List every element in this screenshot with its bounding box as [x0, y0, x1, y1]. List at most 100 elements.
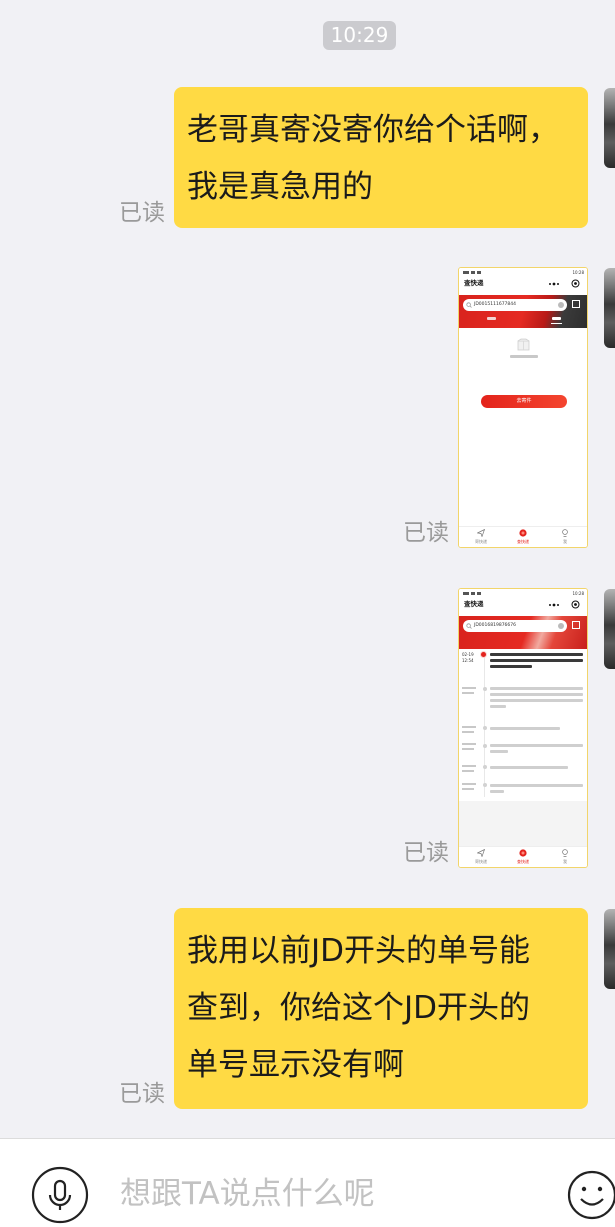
read-status: 已读: [403, 520, 449, 546]
send-parcel-button: 去寄件: [481, 395, 567, 408]
event-date-illegible: [462, 743, 476, 745]
event-date-illegible: [462, 726, 476, 728]
nav-item-send: 寄快递: [468, 847, 494, 867]
tracking-number: JD0015111677844: [474, 302, 517, 307]
image-message[interactable]: 10:28 查快递 JD0015111677844 去寄件 寄快递 查快递 我: [458, 267, 588, 548]
nav-item-send: 寄快递: [468, 527, 494, 547]
package-icon: [517, 338, 530, 351]
timeline-dot: [482, 765, 487, 769]
my-avatar[interactable]: [604, 589, 615, 669]
nav-label: 寄快递: [475, 539, 487, 544]
paper-plane-icon: [477, 849, 485, 857]
event-time-illegible: [462, 731, 474, 733]
tab-label-illegible: [487, 317, 496, 320]
read-status: 已读: [119, 1081, 165, 1107]
nav-label: 查快递: [517, 539, 529, 544]
person-icon: [562, 529, 568, 537]
event-date-illegible: [462, 765, 476, 767]
message-composer: [0, 1138, 615, 1227]
search-icon: [466, 623, 472, 629]
signal-icon: [463, 592, 469, 595]
message-line: 查到，你给这个JD开头的: [187, 990, 531, 1026]
empty-state-text-illegible: [510, 355, 538, 358]
event-date-illegible: [462, 783, 476, 785]
screenshot-clock: 10:28: [572, 270, 584, 275]
timeline-dot: [482, 726, 487, 730]
message-line: 老哥真寄没寄你给个话啊，: [187, 112, 559, 148]
nav-label: 寄快递: [475, 859, 487, 864]
message-line: 单号显示没有啊: [187, 1047, 404, 1083]
screenshot-empty-area: [459, 801, 587, 846]
more-icon: [549, 603, 559, 607]
event-date: 02-19: [462, 652, 474, 657]
status-icon: [477, 592, 481, 595]
event-text-illegible: [490, 766, 568, 769]
tracking-number: JD0016819876676: [474, 623, 517, 628]
paper-plane-icon: [477, 529, 485, 537]
read-status: 已读: [119, 200, 165, 226]
event-text-illegible: [490, 705, 506, 708]
courier-icon: [519, 529, 527, 537]
event-text-illegible: [490, 750, 508, 753]
event-text-illegible: [490, 659, 583, 662]
active-tab-underline: [551, 323, 562, 324]
timeline-dot: [482, 783, 487, 787]
timeline-dot: [482, 744, 487, 748]
microphone-icon[interactable]: [31, 1166, 89, 1224]
tracking-search-field: JD0016819876676: [463, 620, 567, 632]
event-text-illegible: [490, 744, 583, 747]
screenshot-bottom-nav: 寄快递 查快递 我: [459, 846, 587, 867]
event-text-illegible: [490, 790, 504, 793]
event-text-illegible: [490, 699, 583, 702]
smiley-icon[interactable]: [566, 1169, 615, 1221]
status-icon: [477, 271, 481, 274]
screenshot-clock: 10:28: [572, 591, 584, 596]
nav-item-me: 我: [552, 527, 578, 547]
event-date-illegible: [462, 687, 476, 689]
nav-label: 查快递: [517, 859, 529, 864]
scan-icon: [572, 300, 580, 308]
message-line: 我用以前JD开头的单号能: [187, 933, 531, 969]
event-time-illegible: [462, 788, 474, 790]
event-text-illegible: [490, 727, 560, 730]
screenshot-status-bar: 10:28: [459, 268, 587, 277]
nav-item-track: 查快递: [510, 847, 536, 867]
screenshot-title: 查快递: [464, 279, 484, 287]
person-icon: [562, 849, 568, 857]
read-status: 已读: [403, 840, 449, 866]
search-icon: [466, 302, 472, 308]
timeline-current-dot: [481, 652, 486, 657]
tab-label-illegible: [552, 317, 561, 320]
timeline-dot: [482, 687, 487, 691]
image-message[interactable]: 10:28 查快递 JD0016819876676 02-19 12:54 寄快…: [458, 588, 588, 868]
event-text-illegible: [490, 693, 583, 696]
screenshot-title: 查快递: [464, 600, 484, 608]
event-text-illegible: [490, 653, 583, 656]
event-time: 12:54: [462, 658, 474, 663]
nav-item-me: 我: [552, 847, 578, 867]
scan-icon: [572, 621, 580, 629]
nav-label: 我: [563, 859, 567, 864]
event-text-illegible: [490, 784, 583, 787]
clear-icon: [558, 623, 564, 629]
target-icon: [571, 600, 580, 609]
target-icon: [571, 279, 580, 288]
message-line: 我是真急用的: [187, 169, 373, 205]
my-avatar[interactable]: [604, 909, 615, 989]
message-bubble[interactable]: 老哥真寄没寄你给个话啊， 我是真急用的: [174, 87, 588, 228]
nav-item-track: 查快递: [510, 527, 536, 547]
message-input[interactable]: [120, 1172, 540, 1216]
message-bubble[interactable]: 我用以前JD开头的单号能 查到，你给这个JD开头的 单号显示没有啊: [174, 908, 588, 1109]
event-time-illegible: [462, 692, 474, 694]
search-header: JD0015111677844: [459, 295, 587, 328]
event-time-illegible: [462, 770, 474, 772]
tracking-search-field: JD0015111677844: [463, 299, 567, 311]
clear-icon: [558, 302, 564, 308]
screenshot-status-bar: 10:28: [459, 589, 587, 598]
event-time-illegible: [462, 748, 474, 750]
my-avatar[interactable]: [604, 88, 615, 168]
event-text-illegible: [490, 665, 532, 668]
my-avatar[interactable]: [604, 268, 615, 348]
signal-icon: [463, 271, 469, 274]
screenshot-bottom-nav: 寄快递 查快递 我: [459, 526, 587, 547]
